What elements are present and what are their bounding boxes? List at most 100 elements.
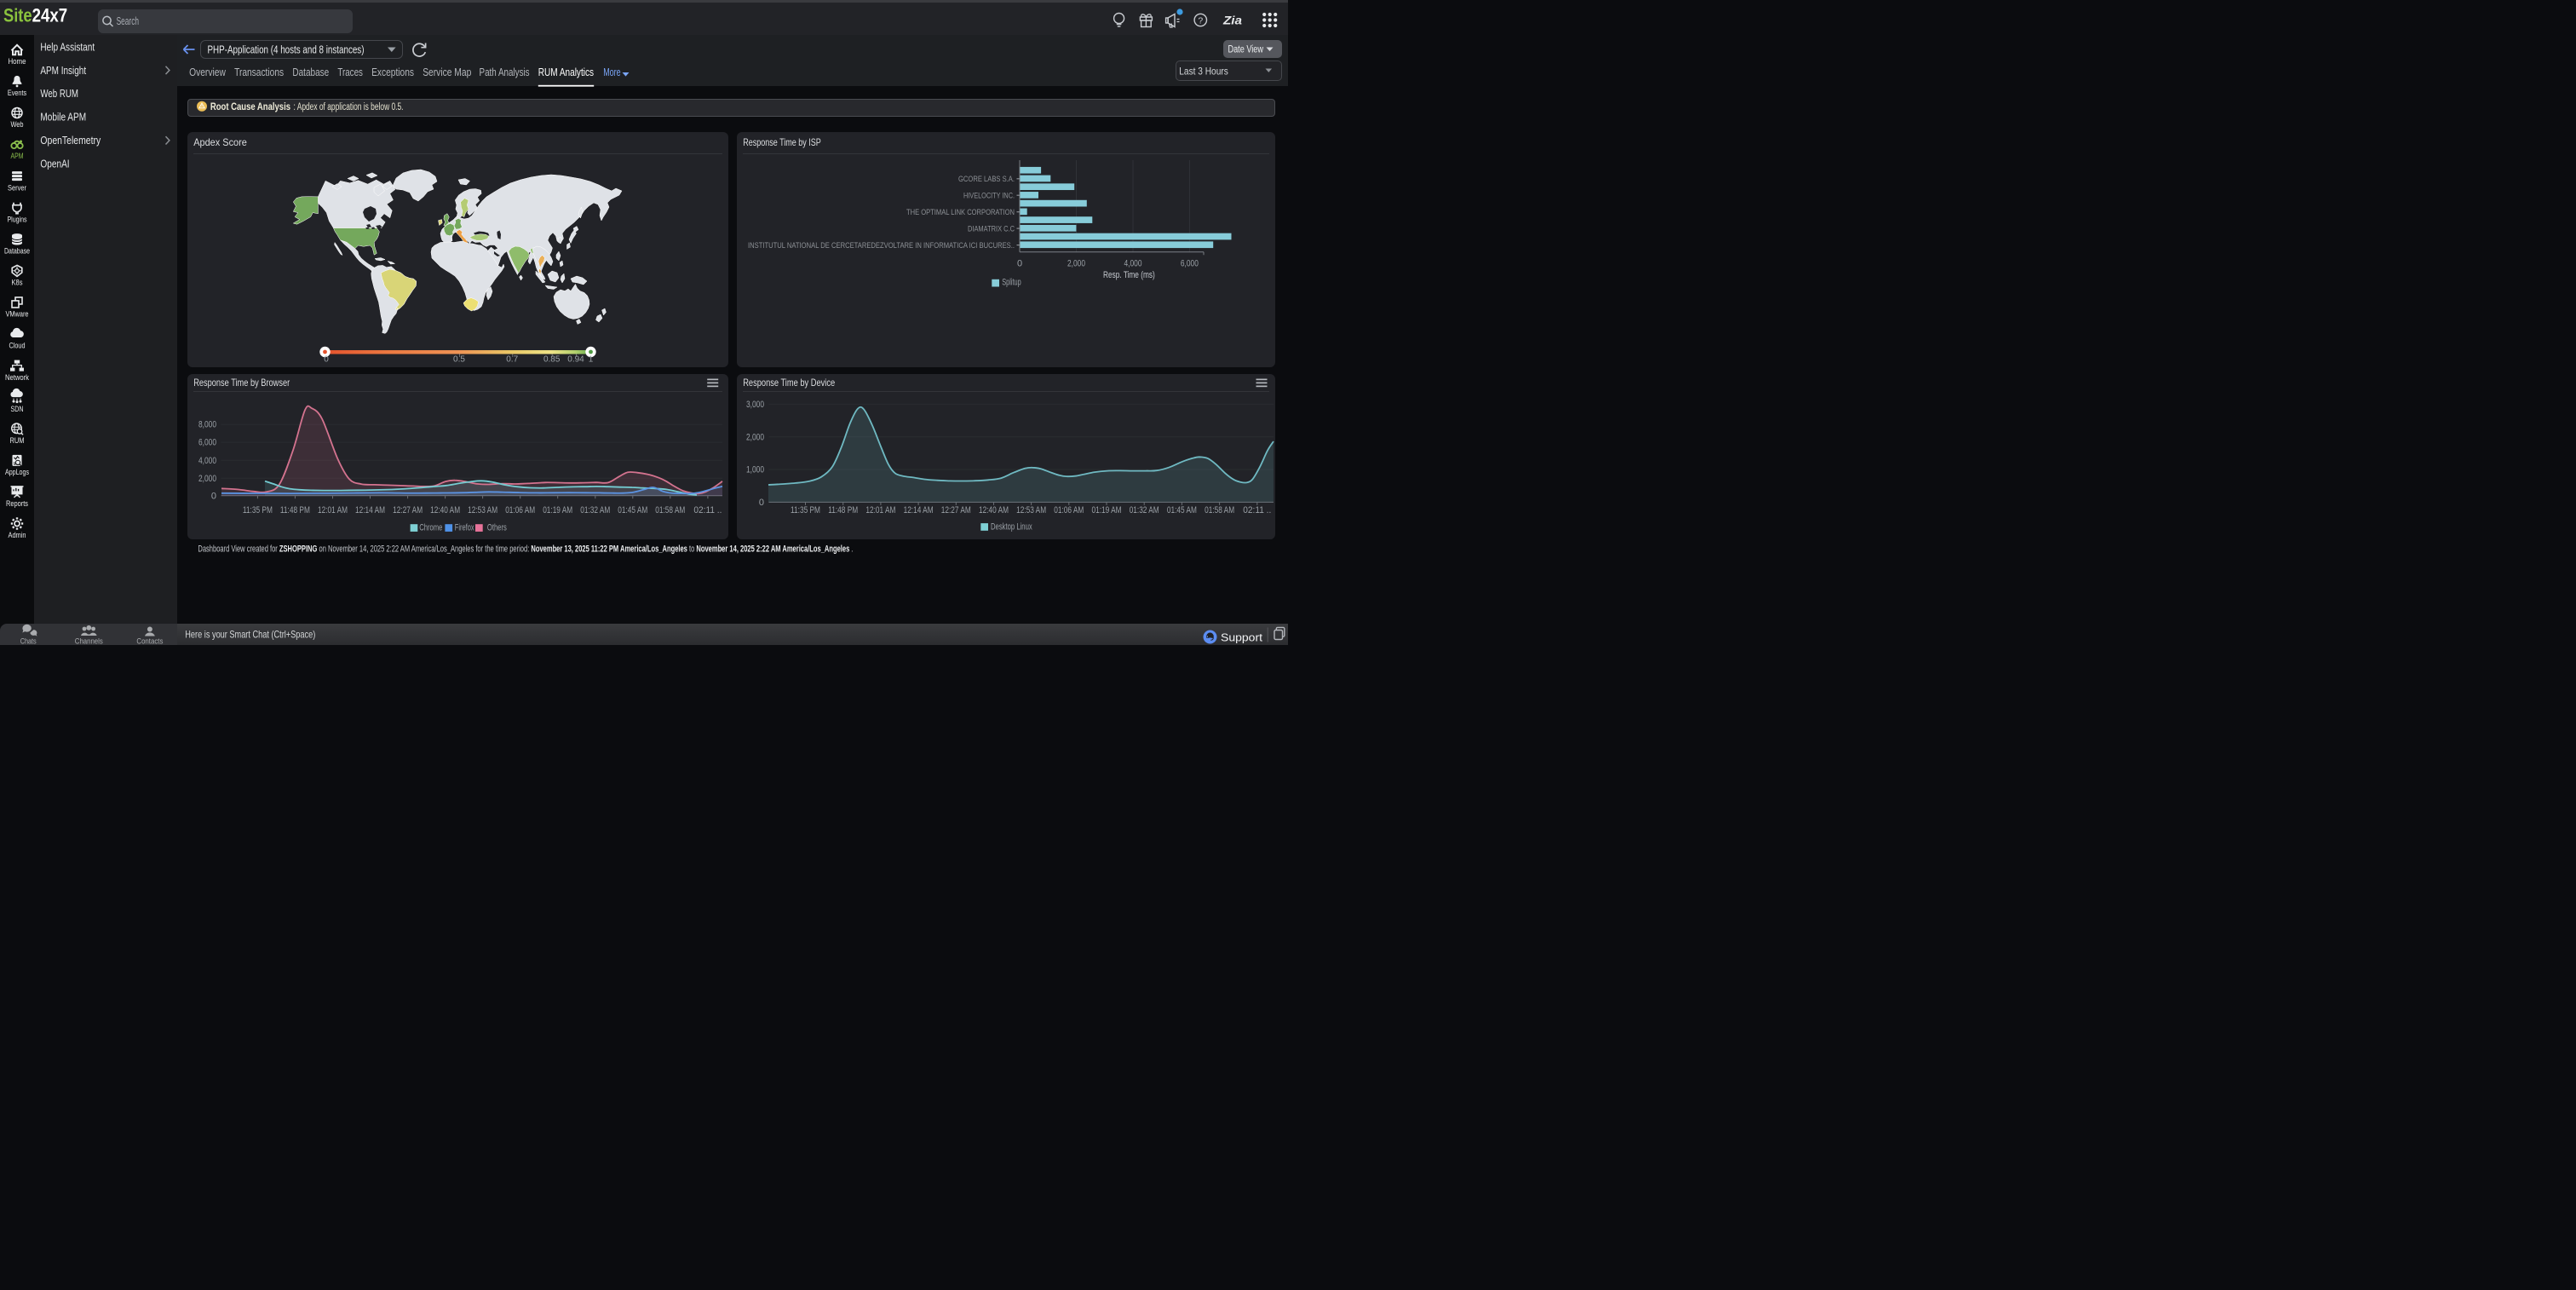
svg-text:Root Cause Analysis: Root Cause Analysis [210, 102, 290, 112]
svg-text:12:14 AM: 12:14 AM [355, 504, 385, 515]
svg-text:0.94: 0.94 [567, 355, 584, 365]
svg-text:12:01 AM: 12:01 AM [865, 504, 895, 515]
svg-text:0: 0 [324, 355, 329, 365]
svg-text:01:32 AM: 01:32 AM [1130, 504, 1159, 515]
svg-text:Firefox: Firefox [455, 522, 474, 533]
svg-text:12:53 AM: 12:53 AM [468, 504, 497, 515]
svg-text:11:48 PM: 11:48 PM [280, 504, 310, 515]
svg-text:0: 0 [759, 498, 764, 508]
svg-text:Chats: Chats [20, 637, 37, 646]
svg-text:Help Assistant: Help Assistant [40, 41, 95, 53]
svg-text:0.85: 0.85 [543, 355, 561, 365]
svg-text:4,000: 4,000 [198, 455, 216, 465]
svg-text:Database: Database [4, 246, 30, 256]
svg-text:12:27 AM: 12:27 AM [393, 504, 423, 515]
svg-text:Desktop Linux: Desktop Linux [991, 521, 1032, 532]
svg-text:8,000: 8,000 [198, 419, 216, 429]
svg-text:6,000: 6,000 [198, 437, 216, 447]
svg-text:01:45 AM: 01:45 AM [1167, 504, 1197, 515]
svg-text:01:58 AM: 01:58 AM [1205, 504, 1234, 515]
svg-text:12:14 AM: 12:14 AM [904, 504, 934, 515]
svg-text:SDN: SDN [11, 405, 24, 414]
svg-text:3,000: 3,000 [746, 400, 764, 410]
svg-text:Here is your Smart Chat (Ctrl+: Here is your Smart Chat (Ctrl+Space) [185, 629, 315, 641]
svg-text:01:58 AM: 01:58 AM [655, 504, 685, 515]
svg-text:Server: Server [8, 183, 26, 193]
svg-text:RUM Analytics: RUM Analytics [538, 66, 595, 78]
svg-text:: Apdex of application is belo: : Apdex of application is below 0.5. [294, 102, 404, 112]
svg-text:01:19 AM: 01:19 AM [1092, 504, 1122, 515]
svg-text:Admin: Admin [9, 531, 26, 540]
svg-text:?: ? [1198, 15, 1203, 26]
svg-text:Support: Support [1221, 631, 1262, 644]
svg-text:11:48 PM: 11:48 PM [828, 504, 858, 515]
svg-text:VMware: VMware [6, 310, 29, 320]
svg-text:PHP-Application (4 hosts and 8: PHP-Application (4 hosts and 8 instances… [208, 44, 365, 56]
svg-text:Channels: Channels [75, 637, 103, 646]
svg-text:Others: Others [487, 522, 507, 533]
svg-text:Database: Database [292, 66, 329, 78]
svg-text:Cloud: Cloud [9, 342, 26, 351]
svg-text:Service Map: Service Map [423, 66, 471, 78]
svg-text:11:35 PM: 11:35 PM [243, 504, 273, 515]
svg-text:OpenTelemetry: OpenTelemetry [40, 135, 101, 147]
svg-text:0.5: 0.5 [453, 355, 465, 365]
svg-text:K8s: K8s [12, 279, 23, 288]
svg-text:Splitup: Splitup [1002, 278, 1021, 288]
svg-text:0.7: 0.7 [506, 355, 518, 365]
svg-text:Path Analysis: Path Analysis [480, 66, 530, 78]
svg-text:THE OPTIMAL LINK CORPORATION: THE OPTIMAL LINK CORPORATION [906, 208, 1015, 217]
svg-text:Overview: Overview [189, 66, 226, 78]
svg-text:01:06 AM: 01:06 AM [505, 504, 535, 515]
svg-text:Traces: Traces [337, 66, 363, 78]
svg-text:02:11 ..: 02:11 .. [693, 504, 722, 515]
svg-text:12:40 AM: 12:40 AM [430, 504, 460, 515]
svg-text:1,000: 1,000 [746, 464, 764, 475]
svg-text:4,000: 4,000 [1124, 259, 1142, 269]
svg-text:01:06 AM: 01:06 AM [1054, 504, 1084, 515]
svg-text:AppLogs: AppLogs [5, 468, 29, 477]
svg-text:Mobile APM: Mobile APM [40, 112, 86, 124]
svg-text:12:27 AM: 12:27 AM [941, 504, 971, 515]
svg-text:2,000: 2,000 [1067, 259, 1085, 269]
svg-text:Transactions: Transactions [234, 66, 284, 78]
svg-text:Web: Web [11, 120, 24, 130]
svg-text:0: 0 [1017, 259, 1022, 269]
svg-text:Reports: Reports [6, 499, 28, 509]
svg-text:Site: Site [3, 5, 32, 26]
svg-text:01:19 AM: 01:19 AM [543, 504, 572, 515]
svg-text:on November 14, 2025 2:22 AM A: on November 14, 2025 2:22 AM America/Los… [317, 544, 531, 555]
svg-text:Web RUM: Web RUM [40, 88, 78, 100]
svg-text:Exceptions: Exceptions [371, 66, 414, 78]
svg-text:Home: Home [8, 57, 26, 66]
svg-text:6,000: 6,000 [1181, 259, 1199, 269]
svg-text:Plugins: Plugins [8, 215, 27, 224]
svg-text:ZSHOPPING: ZSHOPPING [279, 544, 318, 555]
svg-text:Date View: Date View [1228, 45, 1264, 55]
svg-text:Contacts: Contacts [136, 637, 163, 646]
svg-text:0: 0 [211, 491, 216, 501]
svg-text:01:32 AM: 01:32 AM [580, 504, 610, 515]
svg-text:Resp. Time (ms): Resp. Time (ms) [1103, 270, 1155, 280]
svg-text:01:45 AM: 01:45 AM [618, 504, 647, 515]
svg-text:Network: Network [5, 373, 29, 383]
svg-text:.: . [849, 544, 853, 555]
svg-text:12:53 AM: 12:53 AM [1016, 504, 1046, 515]
svg-text:24x7: 24x7 [32, 5, 68, 26]
svg-text:Last 3 Hours: Last 3 Hours [1179, 65, 1228, 77]
svg-text:Chrome: Chrome [419, 522, 442, 533]
svg-text:1: 1 [589, 355, 594, 365]
svg-text:to: to [687, 544, 697, 555]
svg-text:Events: Events [8, 89, 26, 98]
svg-text:More: More [603, 66, 620, 78]
svg-text:HIVELOCITY INC.: HIVELOCITY INC. [963, 192, 1015, 201]
svg-text:November 14, 2025 2:22 AM Amer: November 14, 2025 2:22 AM America/Los_An… [696, 544, 849, 555]
svg-text:2,000: 2,000 [746, 432, 764, 442]
svg-text:OpenAI: OpenAI [40, 158, 69, 170]
svg-text:Search: Search [117, 15, 139, 27]
svg-text:11:35 PM: 11:35 PM [791, 504, 820, 515]
svg-text:Zia: Zia [1222, 14, 1242, 27]
svg-text:GCORE LABS S.A.: GCORE LABS S.A. [958, 175, 1015, 184]
svg-text:DIAMATRIX C.C: DIAMATRIX C.C [968, 224, 1015, 233]
svg-text:November 13, 2025 11:22 PM Ame: November 13, 2025 11:22 PM America/Los_A… [531, 544, 687, 555]
